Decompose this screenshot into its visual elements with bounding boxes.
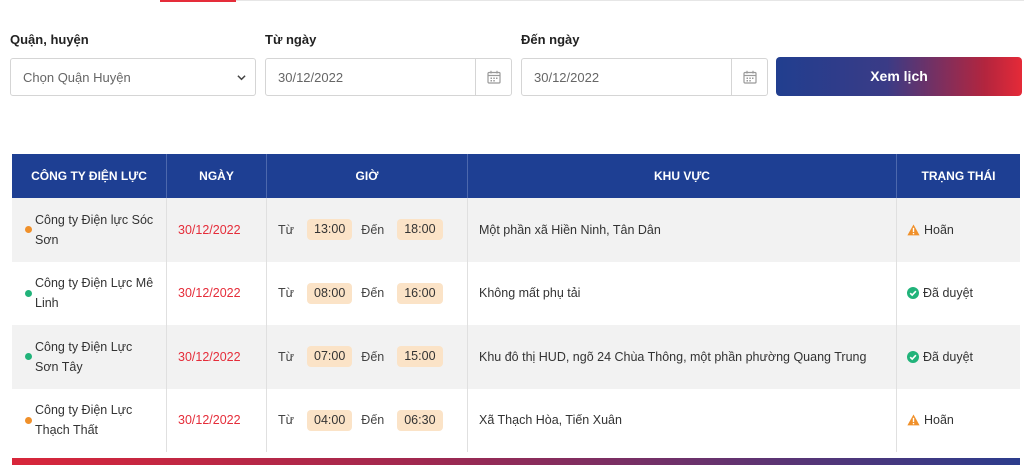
from-word: Từ [278, 349, 295, 364]
table-row: Công ty Điện Lực Mê Linh 30/12/2022 Từ 08:00… [12, 261, 1020, 326]
status-cell: Hoãn [897, 198, 1020, 262]
to-date-input[interactable]: 30/12/2022 [521, 58, 768, 96]
calendar-icon [743, 70, 757, 84]
calendar-icon [487, 70, 501, 84]
column-header-time: GIỜ [267, 154, 468, 198]
end-time-badge: 15:00 [397, 346, 443, 368]
column-header-date: NGÀY [167, 154, 267, 198]
status-text: Đã duyệt [923, 286, 974, 301]
end-time-badge: 06:30 [397, 409, 443, 431]
status-dot [25, 416, 32, 424]
to-word: Đến [361, 222, 385, 237]
from-date-calendar-button[interactable] [475, 59, 511, 95]
date-cell: 30/12/2022 [167, 261, 267, 325]
status-dot [25, 353, 32, 360]
from-word: Từ [278, 286, 295, 301]
end-time-badge: 18:00 [397, 219, 443, 241]
to-date-calendar-button[interactable] [731, 59, 767, 95]
start-time-badge: 07:00 [307, 346, 353, 368]
table-row: Công ty Điện lực Sóc Sơn 30/12/2022 Từ 13:00… [12, 198, 1020, 262]
outage-schedule-table: CÔNG TY ĐIỆN LỰC NGÀY GIỜ KHU VỰC TRẠNG … [12, 154, 1020, 452]
table-row: Công ty Điện Lực Thạch Thất 30/12/2022 Từ 04… [12, 388, 1020, 453]
company-cell: Công ty Điện Lực Thạch Thất [12, 388, 167, 452]
company-cell: Công ty Điện Lực Mê Linh [12, 261, 167, 325]
company-name-line1: Công ty Điện Lực Mê [35, 276, 154, 291]
table-header: CÔNG TY ĐIỆN LỰC NGÀY GIỜ KHU VỰC TRẠNG … [12, 154, 1020, 198]
company-name-line2: Linh [35, 296, 59, 311]
status-dot [25, 226, 32, 233]
bottom-accent-bar [12, 458, 1020, 465]
time-cell: Từ 07:00 Đến 15:00 [267, 325, 468, 389]
district-select-value: Chọn Quận Huyện [23, 70, 131, 85]
date-cell: 30/12/2022 [167, 388, 267, 452]
table-row: Công ty Điện Lực Sơn Tây 30/12/2022 Từ 07:00… [12, 325, 1020, 389]
company-name-line1: Công ty Điện Lực [35, 339, 133, 354]
top-accent-line [0, 0, 1024, 2]
active-tab-underline [160, 0, 236, 2]
district-select[interactable]: Chọn Quận Huyện [10, 58, 256, 96]
time-cell: Từ 08:00 Đến 16:00 [267, 261, 468, 325]
column-header-area: KHU VỰC [468, 154, 897, 198]
start-time-badge: 04:00 [307, 409, 353, 431]
to-word: Đến [361, 286, 385, 301]
company-name-line2: Thạch Thất [35, 423, 99, 438]
start-time-badge: 13:00 [307, 219, 353, 241]
company-name-line1: Công ty Điện Lực [35, 403, 133, 418]
date-cell: 30/12/2022 [167, 325, 267, 389]
area-cell: Không mất phụ tải [468, 261, 897, 325]
company-name-line1: Công ty Điện lực Sóc [35, 212, 154, 227]
status-cell: Đã duyệt [897, 262, 1020, 326]
company-name-line2: Sơn Tây [35, 359, 83, 374]
view-schedule-button[interactable]: Xem lịch [776, 57, 1022, 96]
to-word: Đến [361, 349, 385, 364]
column-header-status: TRẠNG THÁI [921, 169, 996, 183]
warning-icon [907, 414, 920, 426]
divider [236, 0, 1024, 1]
from-date-input[interactable]: 30/12/2022 [265, 58, 512, 96]
area-cell: Một phần xã Hiền Ninh, Tân Dân [468, 198, 897, 262]
company-name-line2: Sơn [35, 232, 59, 247]
time-cell: Từ 04:00 Đến 06:30 [267, 388, 468, 452]
to-date-value: 30/12/2022 [534, 70, 600, 85]
to-date-label: Đến ngày [521, 32, 580, 47]
chevron-down-icon [237, 75, 246, 81]
from-word: Từ [278, 413, 295, 428]
company-cell: Công ty Điện Lực Sơn Tây [12, 325, 167, 389]
status-text: Hoãn [924, 413, 954, 428]
start-time-badge: 08:00 [307, 282, 353, 304]
to-word: Đến [361, 413, 385, 428]
from-date-value: 30/12/2022 [278, 70, 344, 85]
check-circle-icon [907, 350, 919, 363]
company-cell: Công ty Điện lực Sóc Sơn [12, 198, 167, 262]
from-word: Từ [278, 222, 295, 237]
from-date-label: Từ ngày [265, 32, 317, 47]
district-label: Quận, huyện [10, 32, 89, 47]
date-cell: 30/12/2022 [167, 198, 267, 262]
column-header-company: CÔNG TY ĐIỆN LỰC [12, 154, 167, 198]
area-cell: Khu đô thị HUD, ngõ 24 Chùa Thông, một p… [468, 325, 897, 389]
status-dot [25, 289, 32, 297]
check-circle-icon [907, 287, 919, 300]
status-text: Đã duyệt [923, 349, 974, 364]
status-cell: Đã duyệt [897, 325, 1020, 389]
status-text: Hoãn [924, 222, 954, 237]
end-time-badge: 16:00 [397, 282, 443, 304]
status-cell: Hoãn [897, 389, 1020, 453]
table-body: Công ty Điện lực Sóc Sơn 30/12/2022 Từ 13:00… [12, 198, 1020, 452]
warning-icon [907, 224, 920, 236]
area-cell: Xã Thạch Hòa, Tiến Xuân [468, 388, 897, 452]
time-cell: Từ 13:00 Đến 18:00 [267, 198, 468, 262]
